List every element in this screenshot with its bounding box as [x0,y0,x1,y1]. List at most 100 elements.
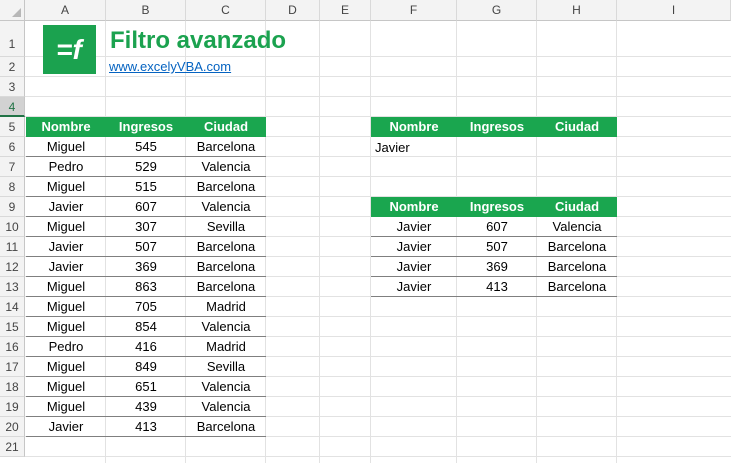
row-header-8[interactable]: 8 [0,177,25,197]
table-cell[interactable]: Javier [26,257,106,276]
row-header-9[interactable]: 9 [0,197,25,217]
table-cell[interactable]: 854 [106,317,186,336]
table-cell[interactable]: Sevilla [186,217,266,236]
column-header-i[interactable]: I [617,0,731,21]
table-cell[interactable]: 307 [106,217,186,236]
table-cell[interactable]: Javier [371,217,457,236]
source-table-header: Nombre Ingresos Ciudad [26,117,266,137]
row-header-1[interactable]: 1 [0,21,25,57]
row-header-11[interactable]: 11 [0,237,25,257]
row-header-18[interactable]: 18 [0,377,25,397]
table-cell[interactable]: Miguel [26,277,106,296]
table-cell[interactable]: Miguel [26,217,106,236]
row-header-20[interactable]: 20 [0,417,25,437]
table-cell[interactable]: Barcelona [186,237,266,256]
column-header-c[interactable]: C [186,0,266,21]
row-header-7[interactable]: 7 [0,157,25,177]
result-table: Nombre Ingresos Ciudad Javier 607 Valencia… [371,197,617,297]
table-cell[interactable]: Valencia [186,197,266,216]
row-header-6[interactable]: 6 [0,137,25,157]
table-cell[interactable]: Miguel [26,297,106,316]
table-cell[interactable]: Miguel [26,397,106,416]
table-cell[interactable]: Valencia [186,157,266,176]
result-table-header: Nombre Ingresos Ciudad [371,197,617,217]
table-cell[interactable]: 545 [106,137,186,156]
table-cell[interactable]: Javier [371,277,457,296]
result-header-ciudad: Ciudad [554,199,600,214]
table-cell[interactable]: 849 [106,357,186,376]
row-header-10[interactable]: 10 [0,217,25,237]
table-cell[interactable]: 413 [457,277,537,296]
row-header-21[interactable]: 21 [0,437,25,457]
table-cell[interactable]: 607 [457,217,537,236]
row-header-17[interactable]: 17 [0,357,25,377]
column-header-d[interactable]: D [266,0,320,21]
table-row: Javier 607 Valencia [26,197,266,217]
row-header-3[interactable]: 3 [0,77,25,97]
table-cell[interactable]: Miguel [26,317,106,336]
row-header-13[interactable]: 13 [0,277,25,297]
table-cell[interactable]: Javier [26,417,106,436]
table-cell[interactable]: Javier [371,257,457,276]
table-cell[interactable]: 369 [457,257,537,276]
table-cell[interactable]: Miguel [26,377,106,396]
table-cell[interactable]: Barcelona [186,257,266,276]
table-cell[interactable]: Barcelona [537,237,617,256]
column-header-b[interactable]: B [106,0,186,21]
table-cell[interactable]: 507 [106,237,186,256]
criteria-table: Nombre Ingresos Ciudad [371,117,617,137]
table-cell[interactable]: Valencia [537,217,617,236]
table-cell[interactable]: Valencia [186,377,266,396]
table-cell[interactable]: Miguel [26,357,106,376]
table-cell[interactable]: Pedro [26,337,106,356]
table-cell[interactable]: 369 [106,257,186,276]
table-cell[interactable]: Valencia [186,397,266,416]
table-cell[interactable]: 607 [106,197,186,216]
row-header-15[interactable]: 15 [0,317,25,337]
table-cell[interactable]: 651 [106,377,186,396]
table-cell[interactable]: Sevilla [186,357,266,376]
row-header-16[interactable]: 16 [0,337,25,357]
row-header-19[interactable]: 19 [0,397,25,417]
criteria-value-cell[interactable]: Javier [375,138,410,158]
table-cell[interactable]: 515 [106,177,186,196]
table-cell[interactable]: 863 [106,277,186,296]
row-header-2[interactable]: 2 [0,57,25,77]
row-header-12[interactable]: 12 [0,257,25,277]
website-link[interactable]: www.excelyVBA.com [109,58,231,76]
row-header-14[interactable]: 14 [0,297,25,317]
table-cell[interactable]: Madrid [186,337,266,356]
table-row: Miguel 545 Barcelona [26,137,266,157]
table-cell[interactable]: Barcelona [186,137,266,156]
row-header-5[interactable]: 5 [0,117,25,137]
table-cell[interactable]: Javier [26,197,106,216]
column-header-e[interactable]: E [320,0,371,21]
table-cell[interactable]: Barcelona [186,177,266,196]
table-cell[interactable]: Miguel [26,177,106,196]
table-cell[interactable]: Miguel [26,137,106,156]
table-cell[interactable]: Javier [371,237,457,256]
table-cell[interactable]: Barcelona [186,277,266,296]
column-header-h[interactable]: H [537,0,617,21]
table-cell[interactable]: Barcelona [537,277,617,296]
result-header-nombre: Nombre [389,199,439,214]
table-cell[interactable]: Pedro [26,157,106,176]
table-cell[interactable]: 439 [106,397,186,416]
column-header-f[interactable]: F [371,0,457,21]
table-cell[interactable]: Barcelona [186,417,266,436]
row-header-4[interactable]: 4 [0,97,25,117]
criteria-header-ingresos: Ingresos [469,119,525,134]
table-cell[interactable]: 529 [106,157,186,176]
select-all-corner[interactable] [0,0,25,21]
column-header-a[interactable]: A [25,0,106,21]
table-cell[interactable]: Barcelona [537,257,617,276]
table-cell[interactable]: Javier [26,237,106,256]
table-cell[interactable]: 507 [457,237,537,256]
column-header-g[interactable]: G [457,0,537,21]
table-cell[interactable]: 416 [106,337,186,356]
excelyvba-logo: =f [43,25,96,74]
table-cell[interactable]: Valencia [186,317,266,336]
table-cell[interactable]: 413 [106,417,186,436]
table-cell[interactable]: 705 [106,297,186,316]
table-cell[interactable]: Madrid [186,297,266,316]
